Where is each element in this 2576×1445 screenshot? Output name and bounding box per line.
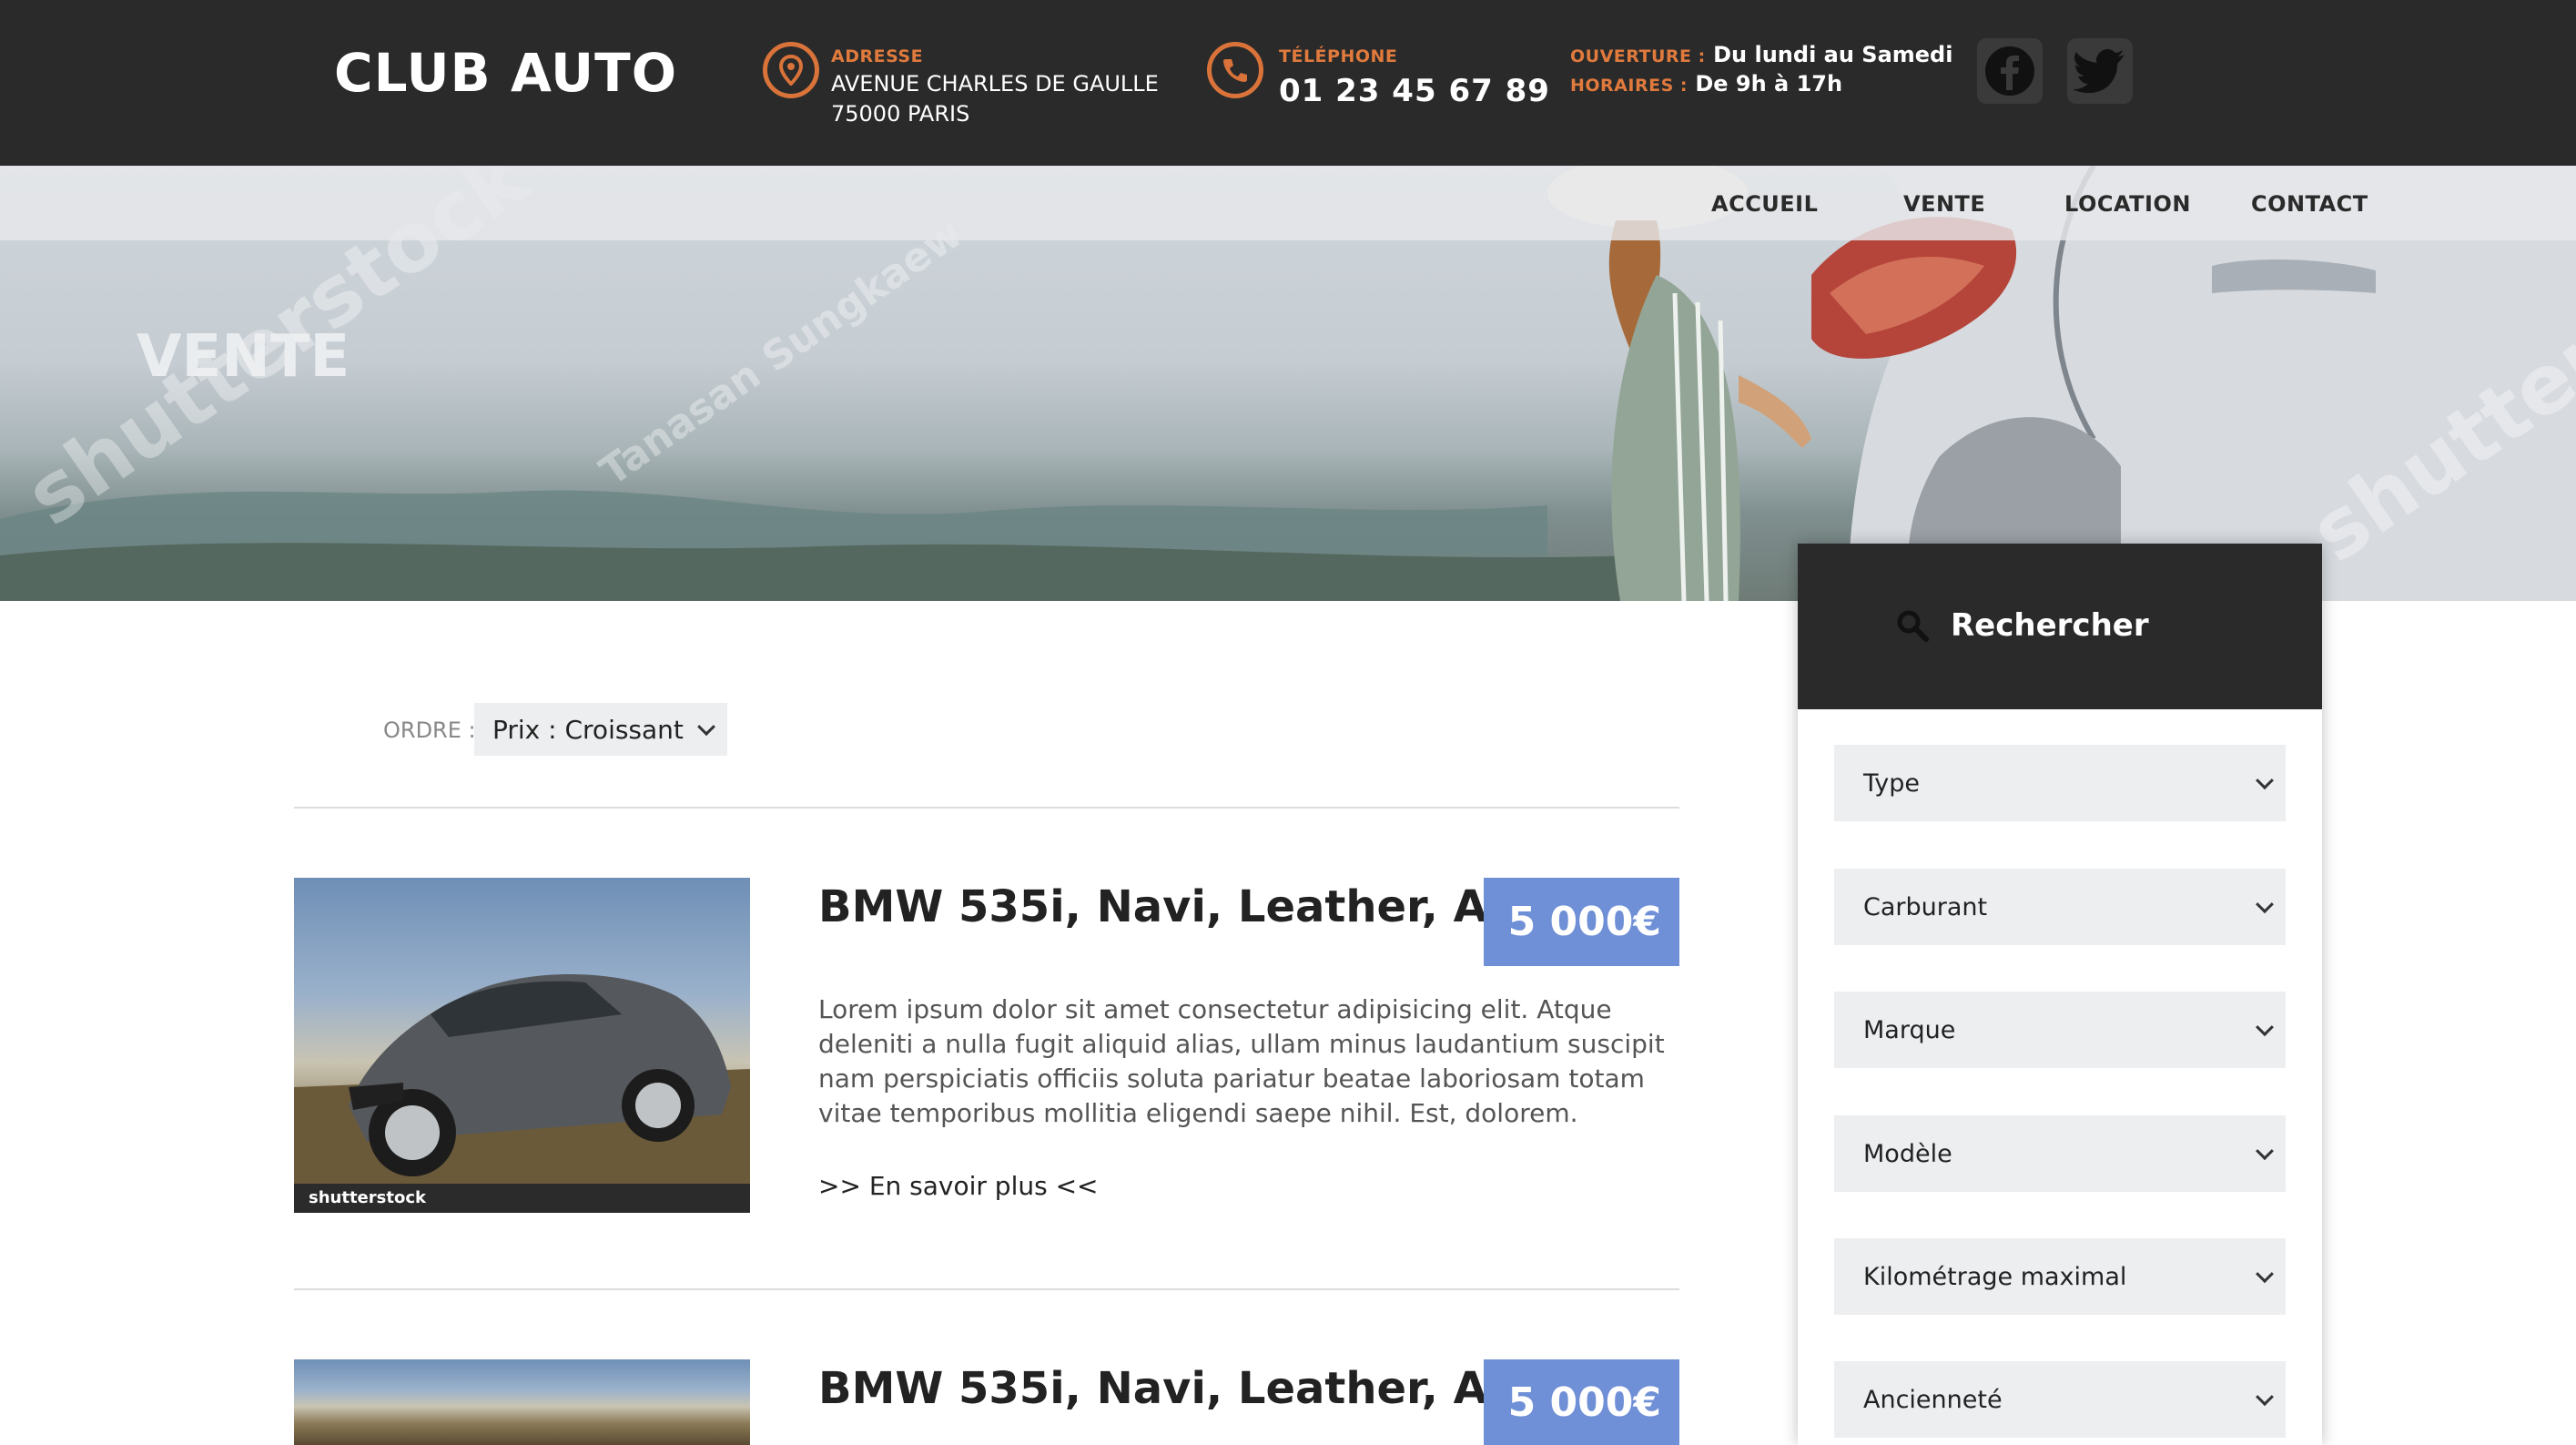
car-photo [294,974,750,1213]
listing-image[interactable]: shutterstock [294,878,750,1213]
address-label: ADRESSE [831,46,924,66]
hours-value: De 9h à 17h [1695,71,1843,97]
filter-kilometrage[interactable]: Kilométrage maximal [1834,1238,2286,1315]
nav-item-vente[interactable]: VENTE [1903,191,1985,217]
filter-label: Ancienneté [1863,1385,2003,1414]
search-title: Rechercher [1951,607,2149,644]
price-badge: 5 000€ [1484,878,1679,966]
hours-label: HORAIRES : [1570,76,1688,96]
search-panel: Rechercher Type Carburant Marque Modèle … [1798,544,2322,1445]
listing-title[interactable]: BMW 535i, Navi, Leather, ABS [818,881,1552,932]
listing-description: Lorem ipsum dolor sit amet consectetur a… [818,994,1665,1128]
facebook-button[interactable] [1977,38,2043,104]
filter-type[interactable]: Type [1834,745,2286,821]
opening-row: OUVERTURE : Du lundi au Samedi [1570,42,1952,67]
filter-modele[interactable]: Modèle [1834,1115,2286,1192]
nav-item-location[interactable]: LOCATION [2064,191,2191,217]
chevron-down-icon [2256,895,2274,914]
chevron-down-icon [2256,771,2274,790]
chevron-down-icon [697,717,715,737]
nav-item-contact[interactable]: CONTACT [2251,191,2368,217]
facebook-icon [1985,46,2034,96]
twitter-icon [2074,49,2125,93]
read-more-link[interactable]: >> En savoir plus << [818,1171,1099,1201]
filter-label: Carburant [1863,892,1988,921]
opening-label: OUVERTURE : [1570,46,1706,66]
sort-label: ORDRE : [383,717,476,743]
chevron-down-icon [2256,1388,2274,1407]
chevron-down-icon [2256,1265,2274,1284]
divider [294,807,1679,809]
hours-row: HORAIRES : De 9h à 17h [1570,71,1842,97]
filter-anciennete[interactable]: Ancienneté [1834,1361,2286,1438]
sort-select[interactable]: Prix : Croissant [474,703,727,756]
filter-label: Marque [1863,1015,1956,1044]
chevron-down-icon [2256,1018,2274,1037]
chevron-down-icon [2256,1142,2274,1161]
page-title: VENTE [137,323,350,391]
image-caption: shutterstock [309,1188,426,1207]
search-icon [1897,610,1929,642]
phone-number[interactable]: 01 23 45 67 89 [1279,73,1550,109]
price-badge: 5 000€ [1484,1359,1679,1445]
divider [294,1288,1679,1290]
filter-marque[interactable]: Marque [1834,992,2286,1068]
listing-title[interactable]: BMW 535i, Navi, Leather, ABS [818,1363,1552,1414]
filter-label: Modèle [1863,1139,1952,1168]
search-panel-header: Rechercher [1798,544,2322,709]
filter-carburant[interactable]: Carburant [1834,869,2286,945]
sort-select-value: Prix : Croissant [492,714,684,745]
filter-label: Kilométrage maximal [1863,1262,2127,1291]
phone-icon [1207,42,1263,98]
opening-value: Du lundi au Samedi [1713,42,1953,67]
listing-image[interactable] [294,1359,750,1445]
phone-label: TÉLÉPHONE [1279,46,1398,66]
location-pin-icon [763,42,819,98]
address-line-1: AVENUE CHARLES DE GAULLE [831,71,1159,97]
filter-label: Type [1863,768,1921,798]
nav-item-accueil[interactable]: ACCUEIL [1711,191,1818,217]
twitter-button[interactable] [2067,38,2133,104]
site-logo[interactable]: CLUB AUTO [334,42,677,104]
address-line-2: 75000 PARIS [831,101,970,127]
